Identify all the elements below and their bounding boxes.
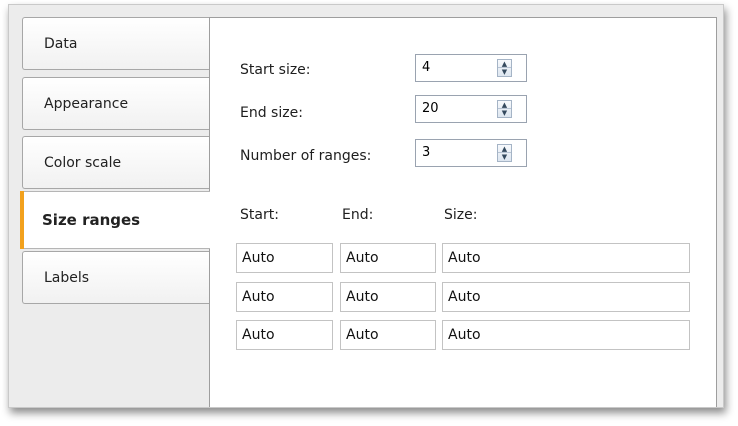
range-start-field[interactable]: Auto	[236, 320, 333, 350]
range-end-field[interactable]: Auto	[340, 243, 436, 273]
dialog-stage: Data Appearance Color scale Size ranges …	[0, 0, 738, 426]
tab-label: Size ranges	[42, 211, 141, 229]
spin-buttons: ▲ ▼	[497, 144, 512, 162]
tab-label: Data	[44, 35, 78, 52]
range-start-field[interactable]: Auto	[236, 243, 333, 273]
tab-color-scale[interactable]: Color scale	[22, 136, 209, 189]
tab-label: Labels	[44, 269, 90, 286]
number-of-ranges-spinner[interactable]: 3 ▲ ▼	[415, 139, 527, 167]
end-size-spinner[interactable]: 20 ▲ ▼	[415, 95, 527, 123]
tab-label: Appearance	[44, 95, 129, 112]
tab-labels[interactable]: Labels	[22, 251, 209, 304]
properties-window: Data Appearance Color scale Size ranges …	[8, 4, 724, 408]
spin-buttons: ▲ ▼	[497, 100, 512, 118]
tab-data[interactable]: Data	[22, 17, 209, 70]
start-size-value: 4	[422, 60, 431, 75]
range-size-field[interactable]: Auto	[442, 243, 690, 273]
spin-down-arrow-icon[interactable]: ▼	[498, 152, 511, 161]
size-ranges-panel: Start size: 4 ▲ ▼ End size: 20 ▲ ▼ Numbe…	[209, 17, 717, 407]
spin-buttons: ▲ ▼	[497, 59, 512, 77]
range-start-field[interactable]: Auto	[236, 282, 333, 312]
column-header-start: Start:	[240, 207, 279, 223]
number-of-ranges-value: 3	[422, 145, 431, 160]
spin-down-arrow-icon[interactable]: ▼	[498, 67, 511, 76]
range-end-field[interactable]: Auto	[340, 320, 436, 350]
range-size-field[interactable]: Auto	[442, 282, 690, 312]
end-size-label: End size:	[240, 105, 303, 121]
range-end-field[interactable]: Auto	[340, 282, 436, 312]
start-size-label: Start size:	[240, 62, 311, 78]
column-header-size: Size:	[444, 207, 478, 223]
column-header-end: End:	[342, 207, 374, 223]
tab-label: Color scale	[44, 154, 122, 171]
number-of-ranges-label: Number of ranges:	[240, 148, 372, 164]
range-size-field[interactable]: Auto	[442, 320, 690, 350]
end-size-value: 20	[422, 101, 439, 116]
tab-appearance[interactable]: Appearance	[22, 77, 209, 130]
spin-down-arrow-icon[interactable]: ▼	[498, 108, 511, 117]
tab-size-ranges[interactable]: Size ranges	[20, 191, 210, 249]
start-size-spinner[interactable]: 4 ▲ ▼	[415, 54, 527, 82]
